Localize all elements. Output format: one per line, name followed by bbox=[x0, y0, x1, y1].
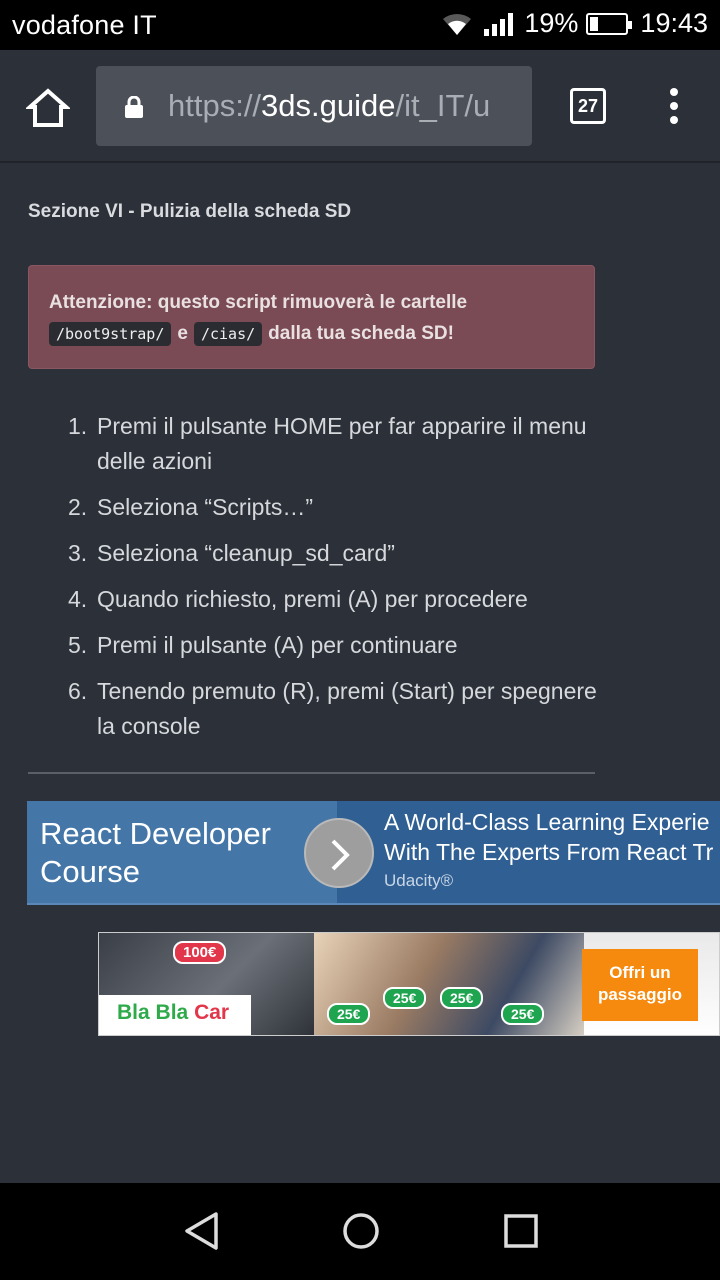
alert-line2: /boot9strap/ e /cias/ dalla tua scheda S… bbox=[49, 322, 454, 346]
step-number: 4. bbox=[68, 586, 88, 612]
ad-headline: A World-Class Learning Experie With The … bbox=[384, 807, 713, 867]
step-number: 2. bbox=[68, 494, 88, 520]
warning-alert: Attenzione: questo script rimuoverà le c… bbox=[28, 265, 595, 369]
alert-line1: Attenzione: questo script rimuoverà le c… bbox=[49, 292, 468, 313]
system-navigation-bar bbox=[0, 1183, 720, 1280]
page-content: Sezione VI - Pulizia della scheda SD Att… bbox=[0, 165, 720, 1183]
steps-list: 1. Premi il pulsante HOME per far apparir… bbox=[68, 409, 608, 755]
tab-count: 27 bbox=[577, 95, 599, 116]
battery-icon bbox=[586, 12, 633, 35]
price-badge: 25€ bbox=[383, 987, 427, 1009]
alert-line2-end: dalla tua scheda SD! bbox=[268, 323, 454, 344]
ad-headline-line2: With The Experts From React Tr bbox=[384, 839, 714, 865]
home-icon bbox=[24, 88, 72, 127]
menu-dot-icon bbox=[670, 88, 678, 96]
signal-icon bbox=[484, 12, 514, 36]
recents-icon[interactable] bbox=[502, 1211, 540, 1251]
overflow-menu-button[interactable] bbox=[666, 88, 682, 128]
section-title: Sezione VI - Pulizia della scheda SD bbox=[28, 201, 352, 222]
list-item: 3. Seleziona “cleanup_sd_card” bbox=[68, 536, 608, 571]
ad-title: React Developer Course bbox=[40, 816, 271, 889]
blablacar-logo: Bla Bla Car bbox=[117, 1001, 229, 1025]
price-badge: 100€ bbox=[173, 941, 227, 964]
price-badge: 25€ bbox=[327, 1003, 371, 1025]
ad-next-button[interactable] bbox=[304, 818, 374, 888]
url-host: 3ds.guide bbox=[261, 88, 396, 123]
home-circle-icon[interactable] bbox=[342, 1211, 380, 1251]
code-cias: /cias/ bbox=[193, 322, 263, 346]
step-number: 3. bbox=[68, 540, 88, 566]
status-icons: 19% 19:43 bbox=[440, 8, 708, 39]
logo-part-bla: Bla bbox=[155, 1001, 189, 1024]
logo-part-car: Car bbox=[194, 1001, 230, 1024]
wifi-icon bbox=[443, 13, 472, 35]
battery-level bbox=[590, 16, 598, 31]
home-button[interactable] bbox=[24, 86, 72, 130]
offer-ride-button[interactable]: Offri un passaggio bbox=[582, 949, 698, 1021]
menu-dot-icon bbox=[670, 116, 678, 124]
back-icon[interactable] bbox=[182, 1211, 220, 1251]
url-text: https://3ds.guide/it_IT/u bbox=[168, 88, 490, 124]
clock: 19:43 bbox=[640, 8, 708, 38]
step-text: Quando richiesto, premi (A) per proceder… bbox=[97, 586, 528, 612]
code-boot9strap: /boot9strap/ bbox=[49, 322, 172, 346]
list-item: 2. Seleziona “Scripts…” bbox=[68, 490, 608, 525]
url-path: /it_IT/u bbox=[395, 88, 491, 123]
step-number: 1. bbox=[68, 413, 88, 439]
lock-icon bbox=[125, 96, 143, 118]
logo-part-bla: Bla bbox=[117, 1001, 150, 1024]
battery-percent: 19% bbox=[524, 8, 579, 38]
divider bbox=[28, 772, 595, 774]
menu-dot-icon bbox=[670, 102, 678, 110]
address-bar[interactable]: https://3ds.guide/it_IT/u bbox=[96, 66, 532, 146]
list-item: 5. Premi il pulsante (A) per continuare bbox=[68, 628, 608, 663]
step-text: Premi il pulsante HOME per far apparire … bbox=[97, 413, 587, 474]
step-text: Premi il pulsante (A) per continuare bbox=[97, 632, 458, 658]
tab-switcher-button[interactable]: 27 bbox=[570, 88, 606, 124]
status-bar: vodafone IT 19% 19:43 bbox=[0, 0, 720, 50]
blablacar-ad-banner[interactable]: Bla Bla Car 100€ 25€ 25€ 25€ 25€ Offri u… bbox=[98, 932, 720, 1036]
ad-headline-line1: A World-Class Learning Experie bbox=[384, 809, 710, 835]
udacity-ad-banner[interactable]: React Developer Course A World-Class Lea… bbox=[27, 801, 720, 905]
ad-brand: Udacity® bbox=[384, 871, 454, 890]
list-item: 4. Quando richiesto, premi (A) per proced… bbox=[68, 582, 608, 617]
step-number: 6. bbox=[68, 678, 88, 704]
carrier-name: vodafone IT bbox=[12, 10, 157, 40]
price-badge: 25€ bbox=[501, 1003, 545, 1025]
alert-conjunction: e bbox=[177, 323, 188, 344]
browser-toolbar: https://3ds.guide/it_IT/u 27 bbox=[0, 50, 720, 163]
chevron-right-icon bbox=[331, 839, 350, 871]
step-text: Seleziona “cleanup_sd_card” bbox=[97, 540, 395, 566]
step-text: Tenendo premuto (R), premi (Start) per s… bbox=[97, 678, 597, 739]
price-badge: 25€ bbox=[440, 987, 484, 1009]
step-number: 5. bbox=[68, 632, 88, 658]
url-scheme: https:// bbox=[168, 88, 262, 123]
list-item: 1. Premi il pulsante HOME per far apparir… bbox=[68, 409, 608, 479]
list-item: 6. Tenendo premuto (R), premi (Start) per… bbox=[68, 674, 608, 744]
step-text: Seleziona “Scripts…” bbox=[97, 494, 314, 520]
